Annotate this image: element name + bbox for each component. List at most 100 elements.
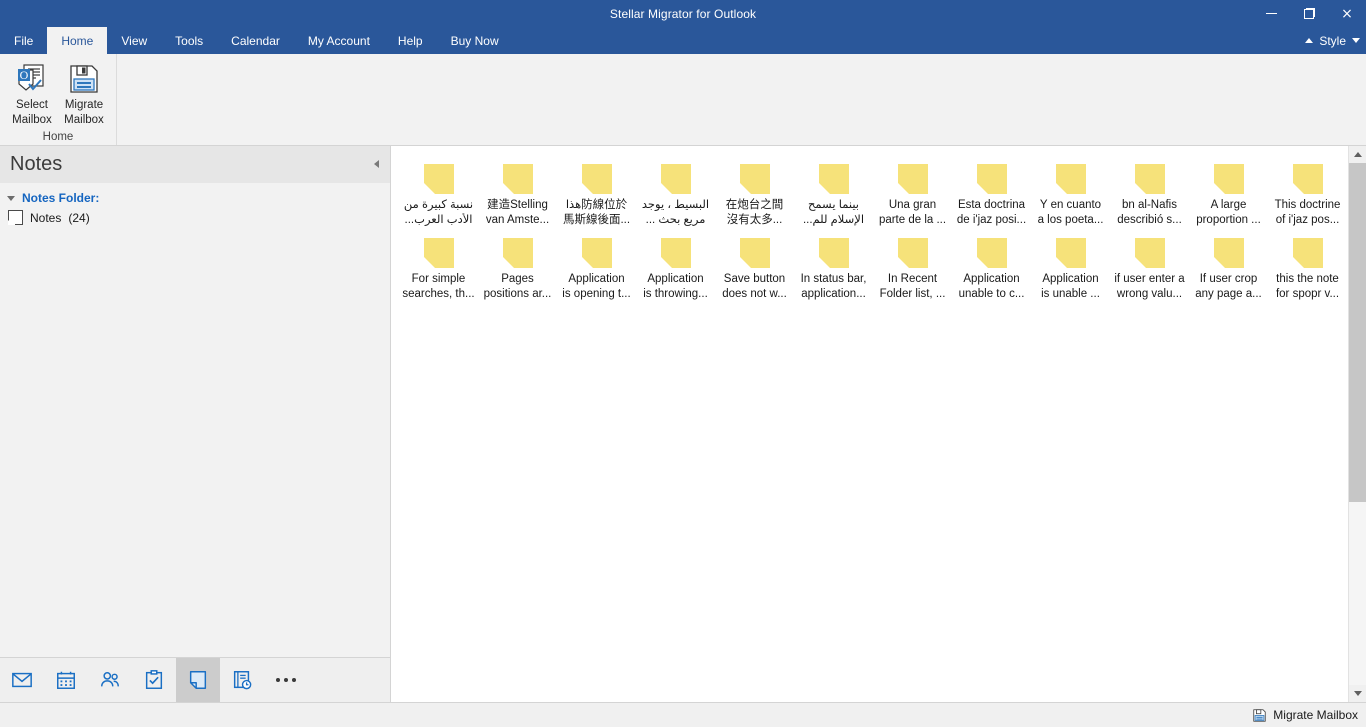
note-tile[interactable]: this the note for spopr v...	[1268, 234, 1347, 308]
close-button[interactable]: ×	[1328, 0, 1366, 27]
tab-view[interactable]: View	[107, 27, 161, 54]
note-title-line1: bn al-Nafis	[1122, 199, 1177, 211]
note-title-line1: هذا防線位於	[565, 199, 628, 211]
note-title-line2: parte de la ...	[878, 214, 947, 226]
collapse-sidebar-button[interactable]	[370, 158, 382, 170]
sticky-note-icon	[739, 164, 770, 194]
sticky-note-icon	[1134, 238, 1165, 268]
scroll-up-button[interactable]	[1349, 146, 1366, 163]
select-mailbox-button[interactable]: O Select Mailbox	[8, 58, 56, 126]
nav-item-tasks[interactable]	[132, 658, 176, 702]
tree-item-count: (24)	[68, 210, 90, 225]
tab-buy-now[interactable]: Buy Now	[437, 27, 513, 54]
note-tile[interactable]: Application is unable ...	[1031, 234, 1110, 308]
note-tile[interactable]: Application unable to c...	[952, 234, 1031, 308]
note-tile[interactable]: This doctrine of i'jaz pos...	[1268, 160, 1347, 234]
scroll-down-button[interactable]	[1349, 685, 1366, 702]
migrate-mailbox-icon	[1253, 708, 1266, 722]
note-title-line2: searches, th...	[402, 288, 475, 300]
scrollbar-thumb[interactable]	[1349, 163, 1366, 503]
sticky-note-icon	[502, 238, 533, 268]
tree-root-notes-folder[interactable]: Notes Folder:	[0, 189, 390, 207]
scrollbar-track[interactable]	[1349, 163, 1366, 685]
note-tile[interactable]: هذا防線位於 馬斯線後面...	[557, 160, 636, 234]
note-tile[interactable]: Esta doctrina de i'jaz posi...	[952, 160, 1031, 234]
tab-my-account[interactable]: My Account	[294, 27, 384, 54]
sticky-note-icon	[739, 238, 770, 268]
note-tile[interactable]: if user enter a wrong valu...	[1110, 234, 1189, 308]
tab-file[interactable]: File	[0, 27, 47, 54]
nav-item-people[interactable]	[88, 658, 132, 702]
note-title-line1: Save button	[723, 273, 786, 285]
note-title-line1: In status bar,	[800, 273, 867, 285]
ribbon-group-title: Home	[42, 131, 74, 143]
sticky-note-icon	[1134, 164, 1165, 194]
note-tile[interactable]: In status bar, application...	[794, 234, 873, 308]
sticky-note-icon	[423, 238, 454, 268]
tab-home[interactable]: Home	[47, 27, 108, 54]
note-tile[interactable]: بينما يسمح الإسلام للم...	[794, 160, 873, 234]
nav-item-journal[interactable]	[220, 658, 264, 702]
note-title-line2: describió s...	[1117, 214, 1182, 226]
note-tile[interactable]: If user crop any page a...	[1189, 234, 1268, 308]
note-title-line1: البسيط ، يوجد	[641, 199, 710, 211]
note-title-line1: Application	[647, 273, 704, 285]
page-title: Notes	[10, 153, 63, 175]
minimize-button[interactable]	[1252, 0, 1290, 27]
style-menu-label: Style	[1319, 33, 1346, 48]
nav-item-more[interactable]	[264, 658, 308, 702]
note-title-line1: Application	[963, 273, 1020, 285]
tree-item-notes[interactable]: Notes (24)	[0, 207, 390, 228]
note-title-line1: Application	[568, 273, 625, 285]
note-tile[interactable]: نسبة كبيرة من الأدب العرب...	[399, 160, 478, 234]
calendar-icon	[57, 671, 75, 689]
nav-item-mail[interactable]	[0, 658, 44, 702]
note-title-line2: الأدب العرب...	[404, 214, 473, 226]
note-tile[interactable]: Save button does not w...	[715, 234, 794, 308]
note-title-line2: positions ar...	[483, 288, 552, 300]
chevron-down-icon[interactable]	[6, 193, 16, 203]
style-menu[interactable]: Style	[1305, 27, 1360, 54]
note-tile[interactable]: Una gran parte de la ...	[873, 160, 952, 234]
note-title-line2: الإسلام للم...	[802, 214, 865, 226]
note-tile[interactable]: 建造Stelling van Amste...	[478, 160, 557, 234]
sticky-note-icon	[660, 164, 691, 194]
note-title-line2: is opening t...	[562, 288, 631, 300]
tab-calendar[interactable]: Calendar	[217, 27, 294, 54]
tab-tools[interactable]: Tools	[161, 27, 217, 54]
restore-button[interactable]	[1290, 0, 1328, 27]
nav-item-notes[interactable]	[176, 658, 220, 702]
note-tile[interactable]: For simple searches, th...	[399, 234, 478, 308]
sticky-note-icon	[581, 238, 612, 268]
nav-item-calendar[interactable]	[44, 658, 88, 702]
sidebar: Notes Notes Folder: Notes (24)	[0, 146, 391, 702]
note-title-line1: Y en cuanto	[1039, 199, 1102, 211]
note-tile[interactable]: A large proportion ...	[1189, 160, 1268, 234]
note-tile[interactable]: البسيط ، يوجد مريع بحث ...	[636, 160, 715, 234]
note-title-line1: نسبة كبيرة من	[403, 199, 474, 211]
note-tile[interactable]: Application is opening t...	[557, 234, 636, 308]
restore-icon	[1303, 8, 1315, 19]
note-tile[interactable]: In Recent Folder list, ...	[873, 234, 952, 308]
close-icon: ×	[1341, 5, 1353, 22]
note-title-line2: any page a...	[1195, 288, 1262, 300]
migrate-mailbox-button[interactable]: Migrate Mailbox	[60, 58, 108, 126]
migrate-mailbox-icon	[65, 61, 103, 97]
note-title-line1: Una gran	[888, 199, 937, 211]
note-tile[interactable]: Y en cuanto a los poeta...	[1031, 160, 1110, 234]
tab-help[interactable]: Help	[384, 27, 437, 54]
note-icon	[8, 210, 23, 225]
vertical-scrollbar[interactable]	[1348, 146, 1366, 702]
note-tile[interactable]: bn al-Nafis describió s...	[1110, 160, 1189, 234]
note-tile[interactable]: Pages positions ar...	[478, 234, 557, 308]
chevron-up-icon	[1305, 38, 1314, 43]
note-tile[interactable]: Application is throwing...	[636, 234, 715, 308]
sticky-note-icon	[897, 238, 928, 268]
note-tile[interactable]: 在炮台之間 沒有太多...	[715, 160, 794, 234]
ribbon: O Select Mailbox Migrate Mailbox Home	[0, 54, 1366, 146]
status-bar: Migrate Mailbox	[0, 702, 1366, 727]
note-title-line2: for spopr v...	[1275, 288, 1340, 300]
triangle-glyph	[7, 195, 15, 201]
more-dots-icon	[276, 678, 296, 682]
note-title-line1: 建造Stelling	[487, 199, 548, 211]
